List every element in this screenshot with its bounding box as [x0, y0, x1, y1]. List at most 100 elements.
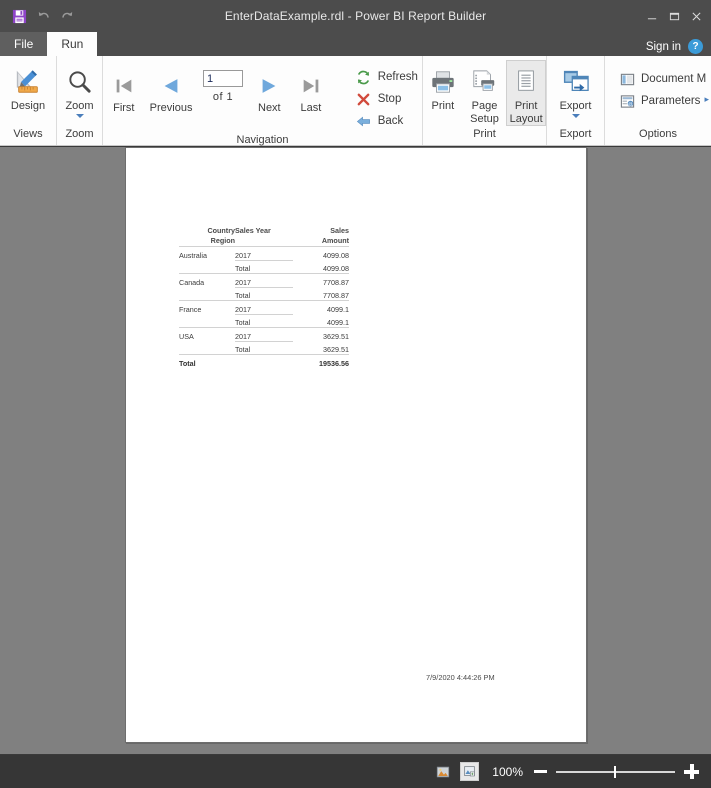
window-title: EnterDataExample.rdl - Power BI Report B…	[224, 9, 487, 23]
last-page-button[interactable]: Last	[290, 60, 332, 114]
navigation-commands: Refresh Stop Back	[346, 60, 422, 132]
cell-amount: 4099.1	[293, 314, 349, 328]
previous-page-button[interactable]: Previous	[145, 60, 198, 114]
zoom-slider-handle[interactable]	[614, 765, 616, 778]
cell-country: Australia	[179, 251, 207, 260]
sign-in-button[interactable]: Sign in	[646, 41, 681, 53]
cell-country: Canada	[179, 278, 205, 287]
maximize-button[interactable]	[663, 3, 685, 29]
stop-button[interactable]: Stop	[352, 88, 422, 110]
account-area: Sign in ?	[646, 39, 703, 54]
printer-icon	[429, 65, 457, 99]
parameters-button[interactable]: @ Parameters	[615, 90, 710, 112]
header-sales-year: Sales Year	[235, 226, 271, 235]
page-setup-label-line2: Setup	[470, 113, 499, 125]
cell-amount: 7708.87	[293, 287, 349, 301]
chevron-down-icon[interactable]	[75, 114, 84, 118]
table-row: Total 3629.51	[179, 341, 349, 355]
ribbon-group-export-label: Export	[559, 128, 592, 140]
normal-view-icon[interactable]	[434, 763, 451, 780]
back-button[interactable]: Back	[352, 110, 422, 132]
save-icon[interactable]	[10, 7, 28, 25]
ribbon-group-zoom-label: Zoom	[65, 128, 94, 140]
document-map-button[interactable]: Document M	[615, 68, 710, 90]
cell-country	[179, 287, 235, 301]
zoom-level-label: 100%	[492, 764, 523, 779]
application-window: EnterDataExample.rdl - Power BI Report B…	[0, 0, 711, 788]
previous-page-icon	[160, 72, 182, 100]
export-icon	[562, 65, 590, 99]
table-row: France 2017 4099.1	[179, 300, 349, 315]
last-page-label: Last	[300, 102, 322, 114]
ribbon-group-print: Print Page Setup Print Layout Print	[422, 56, 546, 145]
page-setup-button[interactable]: Page Setup	[465, 60, 505, 125]
page-setup-label-line1: Page	[471, 100, 498, 112]
print-layout-button[interactable]: Print Layout	[506, 60, 546, 126]
cell-year: Total	[235, 260, 293, 274]
report-page: Country Sales Year Sales Region Amount A…	[125, 147, 587, 743]
refresh-label: Refresh	[377, 71, 418, 83]
print-button[interactable]: Print	[423, 60, 463, 112]
last-page-icon	[300, 72, 322, 100]
ribbon-group-zoom: Zoom Zoom	[56, 56, 102, 145]
tab-file[interactable]: File	[0, 32, 48, 56]
zoom-in-button[interactable]	[684, 764, 699, 779]
redo-icon[interactable]	[58, 7, 76, 25]
document-map-icon	[619, 71, 635, 87]
report-timestamp: 7/9/2020 4:44:26 PM	[426, 673, 495, 682]
print-layout-label-line1: Print	[514, 100, 538, 112]
chevron-down-icon[interactable]	[571, 114, 580, 118]
refresh-icon	[356, 69, 372, 85]
cell-year: 2017	[235, 327, 293, 342]
parameters-icon: @	[619, 93, 635, 109]
zoom-button[interactable]: Zoom	[57, 60, 102, 118]
table-row: Total 4099.08	[179, 260, 349, 274]
cell-year: 2017	[235, 300, 293, 315]
cell-country	[179, 314, 235, 328]
header-country-region-line1: Country	[207, 226, 235, 235]
first-page-button[interactable]: First	[103, 60, 145, 114]
header-country-region-line2: Region	[179, 236, 235, 247]
ribbon-group-navigation: First Previous of 1	[102, 56, 422, 146]
undo-icon[interactable]	[34, 7, 52, 25]
ribbon-group-options-label: Options	[639, 128, 677, 140]
first-page-label: First	[113, 102, 135, 114]
design-button-label: Design	[10, 100, 46, 112]
zoom-button-label: Zoom	[65, 100, 94, 112]
cell-amount: 7708.87	[323, 278, 349, 287]
ribbon-tab-strip: File Run Sign in ?	[0, 32, 711, 56]
ribbon: Design Views Zoom Zoom First Previous 1 …	[0, 56, 711, 146]
stop-icon	[356, 91, 372, 107]
ribbon-group-views: Design Views	[0, 56, 56, 145]
grand-total-spacer	[235, 354, 293, 368]
ribbon-group-export: Export Export	[546, 56, 604, 145]
table-row: Australia 2017 4099.08	[179, 246, 349, 261]
page-number-input[interactable]	[203, 70, 244, 87]
design-button[interactable]: Design	[1, 60, 55, 112]
report-preview-workspace[interactable]: Country Sales Year Sales Region Amount A…	[0, 146, 711, 755]
export-button[interactable]: Export	[549, 60, 603, 118]
table-row: USA 2017 3629.51	[179, 327, 349, 342]
help-icon[interactable]: ?	[688, 39, 703, 54]
page-view-icon[interactable]	[460, 762, 480, 781]
next-page-label: Next	[258, 102, 281, 114]
refresh-button[interactable]: Refresh	[352, 66, 422, 88]
svg-text:@: @	[628, 101, 632, 106]
next-page-button[interactable]: Next	[249, 60, 291, 114]
grand-total-amount: 19536.56	[293, 354, 349, 368]
minimize-button[interactable]	[641, 3, 663, 29]
cell-year: 2017	[235, 246, 293, 261]
page-setup-icon	[469, 65, 499, 99]
ribbon-group-views-label: Views	[13, 128, 43, 140]
window-controls	[641, 0, 707, 32]
ribbon-overflow-icon[interactable]: ▸	[704, 94, 709, 105]
zoom-out-button[interactable]	[534, 770, 547, 773]
page-count-label: of 1	[212, 91, 234, 103]
grand-total-label: Total	[179, 354, 235, 368]
stop-label: Stop	[377, 93, 402, 105]
close-button[interactable]	[685, 3, 707, 29]
tab-run[interactable]: Run	[47, 32, 98, 56]
table-row: Canada 2017 7708.87	[179, 273, 349, 288]
page-number-area: of 1	[198, 60, 249, 103]
zoom-slider[interactable]	[556, 765, 675, 779]
